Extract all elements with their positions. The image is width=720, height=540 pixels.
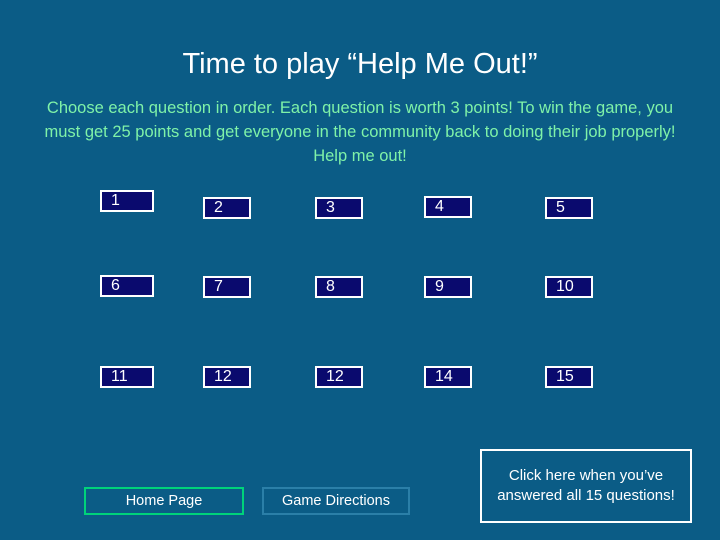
game-directions-button[interactable]: Game Directions [262,487,410,515]
question-button-label: 8 [326,278,335,295]
question-button-label: 10 [556,278,574,295]
question-button-label: 2 [214,199,223,216]
page-title: Time to play “Help Me Out!” [182,48,538,80]
question-button-label: 9 [435,278,444,295]
question-button-label: 7 [214,278,223,295]
question-button-label: 5 [556,199,565,216]
home-page-label: Home Page [125,493,203,509]
finish-quiz-label-line2: answered all 15 questions! [497,487,675,504]
question-button-label: 15 [556,368,574,385]
slide-subtitle: Choose each question in order. Each ques… [44,99,676,165]
question-button-15[interactable]: 15 [545,366,593,388]
game-directions-label: Game Directions [282,493,390,509]
question-button-14[interactable]: 14 [424,366,472,388]
question-button-10[interactable]: 10 [545,276,593,298]
question-button-1[interactable]: 1 [100,190,154,212]
question-button-grid: 1 2 3 4 5 6 7 8 9 10 11 12 12 14 15 [0,190,720,430]
question-button-9[interactable]: 9 [424,276,472,298]
question-button-label: 4 [435,198,444,215]
question-button-3[interactable]: 3 [315,197,363,219]
question-button-11[interactable]: 11 [100,366,154,388]
finish-quiz-button[interactable]: Click here when you’ve answered all 15 q… [480,449,692,523]
question-button-5[interactable]: 5 [545,197,593,219]
question-button-label: 11 [111,368,128,385]
question-button-label: 3 [326,199,335,216]
question-button-label: 1 [111,192,120,209]
question-button-label: 6 [111,277,120,294]
finish-quiz-label-line1: Click here when you’ve [508,467,664,484]
question-button-label: 12 [214,368,232,385]
question-button-13[interactable]: 12 [315,366,363,388]
question-button-12[interactable]: 12 [203,366,251,388]
home-page-button[interactable]: Home Page [84,487,244,515]
question-button-label: 14 [435,368,453,385]
question-button-6[interactable]: 6 [100,275,154,297]
question-button-label: 12 [326,368,344,385]
question-button-2[interactable]: 2 [203,197,251,219]
question-button-8[interactable]: 8 [315,276,363,298]
slide-canvas: Time to play “Help Me Out!” Choose each … [0,0,720,540]
question-button-7[interactable]: 7 [203,276,251,298]
question-button-4[interactable]: 4 [424,196,472,218]
